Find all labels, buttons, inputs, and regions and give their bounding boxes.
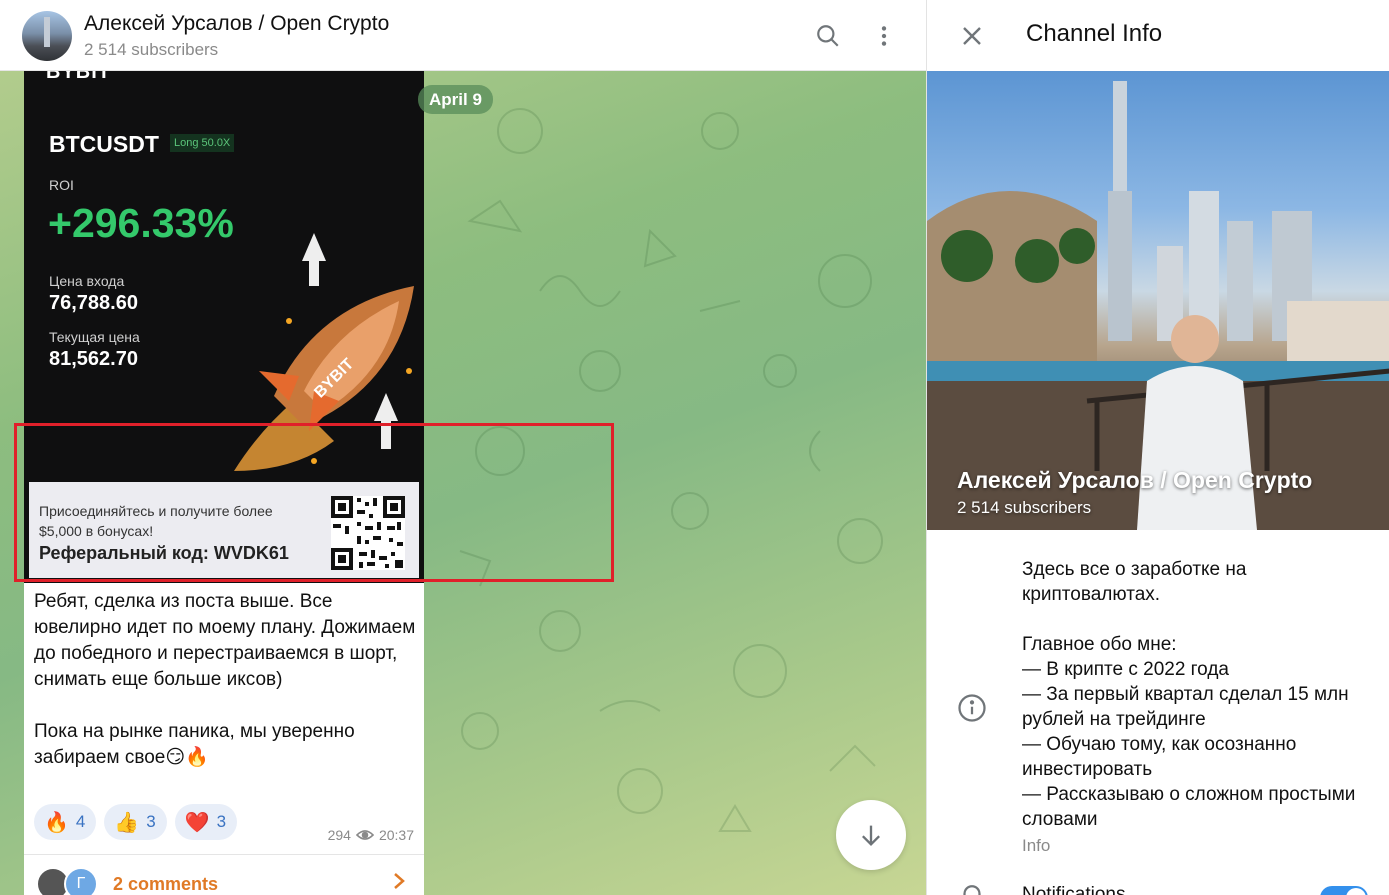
card-brand: BYBIT [46, 71, 111, 83]
entry-price-label: Цена входа [49, 273, 125, 289]
reaction-count: 3 [216, 812, 227, 831]
description-label: Info [1022, 836, 1051, 855]
reaction-heart[interactable]: ❤️ 3 [174, 804, 238, 840]
notifications-toggle[interactable] [1320, 886, 1368, 895]
channel-cover-photo[interactable]: Алексей Урсалов / Open Crypto 2 514 subs… [927, 71, 1389, 530]
current-price-value: 81,562.70 [49, 348, 138, 370]
heart-icon: ❤️ [184, 811, 210, 834]
more-vertical-icon[interactable] [868, 20, 900, 52]
thumbs-up-icon: 👍 [114, 811, 140, 834]
roi-label: ROI [49, 177, 74, 193]
fire-icon: 🔥 [44, 811, 69, 834]
bell-icon [957, 880, 987, 895]
cover-photo-scene [927, 81, 1389, 530]
reaction-count: 3 [146, 812, 156, 831]
current-price-label: Текущая цена [49, 329, 140, 345]
comments-count: 2 comments [113, 874, 219, 894]
position-tag: Long 50.0X [170, 134, 235, 152]
info-header: Channel Info [927, 0, 1389, 71]
arrow-down-icon [862, 825, 880, 846]
close-icon[interactable] [957, 21, 987, 51]
chat-header: Алексей Урсалов / Open Crypto 2 514 subs… [0, 0, 926, 71]
channel-avatar[interactable] [22, 11, 72, 61]
date-separator: April 9 [418, 85, 493, 114]
message-text: Ребят, сделка из поста выше. Все ювелирн… [34, 591, 416, 768]
reaction-count: 4 [75, 812, 86, 831]
info-title: Channel Info [1026, 20, 1163, 47]
reactions-bar: 🔥 4 👍 3 ❤️ 3 [34, 804, 238, 840]
entry-price-value: 76,788.60 [49, 292, 138, 314]
search-icon[interactable] [812, 20, 844, 52]
channel-info-panel: Channel Info Алексей Урсалов / Open Cryp… [926, 0, 1389, 895]
commenter-avatar-initial: Г [64, 867, 98, 895]
message-meta: 294 20:37 [328, 827, 414, 843]
roi-value: +296.33% [48, 200, 234, 246]
chevron-right-icon [392, 871, 406, 895]
chat-area: Алексей Урсалов / Open Crypto 2 514 subs… [0, 0, 926, 895]
message-time: 20:37 [378, 827, 414, 843]
trade-pair: BTCUSDT [49, 131, 159, 157]
comments-button[interactable]: Г 2 comments [24, 854, 424, 895]
channel-title[interactable]: Алексей Урсалов / Open Crypto [84, 12, 389, 36]
channel-description: Здесь все о заработке на криптовалютах. … [1022, 559, 1356, 830]
view-count: 294 [327, 827, 351, 843]
eye-icon [355, 830, 374, 840]
reaction-thumbs-up[interactable]: 👍 3 [104, 804, 167, 840]
scroll-down-button[interactable] [836, 800, 906, 870]
notifications-label: Notifications [1022, 884, 1126, 895]
cover-subscribers: 2 514 subscribers [957, 498, 1092, 517]
channel-subscribers: 2 514 subscribers [84, 40, 219, 59]
highlight-box [14, 423, 614, 582]
cover-channel-name: Алексей Урсалов / Open Crypto [957, 467, 1313, 493]
reaction-fire[interactable]: 🔥 4 [34, 804, 97, 840]
info-icon [957, 693, 987, 723]
